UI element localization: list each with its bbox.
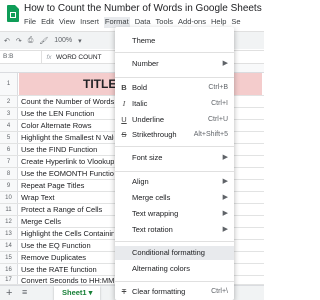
title-bar: How to Count the Number of Words in Goog… [0, 0, 264, 30]
title-cell-text: TITLE [83, 77, 117, 91]
menu-divider [115, 52, 234, 53]
strikethrough-icon: S [121, 130, 127, 139]
cell[interactable]: Use the LEN Function [21, 108, 114, 119]
menu-divider [115, 77, 234, 78]
cell[interactable]: Remove Duplicates [21, 252, 114, 263]
cell[interactable]: Use the RATE function [21, 264, 114, 275]
menu-item-bold[interactable]: B Bold Ctrl+B [115, 81, 234, 95]
cell[interactable]: Convert Seconds to HH:MM [21, 276, 114, 284]
menu-item-align[interactable]: Align ▶ [115, 175, 234, 189]
menu-item-number[interactable]: Number ▶ [115, 57, 234, 71]
submenu-arrow-icon: ▶ [222, 178, 228, 185]
row-number[interactable]: 6 [0, 144, 18, 155]
menu-item-theme[interactable]: Theme [115, 34, 234, 48]
menu-item-alternating-colors[interactable]: Alternating colors [115, 262, 234, 276]
row-number[interactable]: 12 [0, 216, 18, 227]
bold-icon: B [121, 83, 127, 92]
menu-item-italic[interactable]: I Italic Ctrl+I [115, 97, 234, 111]
menu-item-conditional-formatting[interactable]: Conditional formatting [115, 246, 234, 260]
paint-format-icon[interactable]: 🖌 [39, 37, 48, 45]
menu-item-strikethrough[interactable]: S Strikethrough Alt+Shift+5 [115, 128, 234, 142]
cell[interactable]: Wrap Text [21, 192, 114, 203]
menu-item-underline[interactable]: U Underline Ctrl+U [115, 113, 234, 127]
row-number[interactable]: 9 [0, 180, 18, 191]
menu-view[interactable]: View [59, 17, 75, 28]
menu-item-clear-formatting[interactable]: T Clear formatting Ctrl+\ [115, 285, 234, 299]
fx-icon: fx [46, 53, 52, 61]
all-sheets-icon[interactable]: ≡ [22, 287, 27, 297]
print-icon[interactable]: ⎙ [28, 37, 34, 45]
italic-icon: I [122, 99, 126, 108]
formula-input[interactable]: WORD COUNT [56, 54, 102, 61]
chevron-down-icon[interactable]: ▾ [78, 37, 82, 45]
row-number[interactable]: 5 [0, 132, 18, 143]
row-number[interactable]: 8 [0, 168, 18, 179]
row-number[interactable]: 11 [0, 204, 18, 215]
menu-edit[interactable]: Edit [41, 17, 54, 28]
row-number[interactable]: 15 [0, 252, 18, 263]
cell[interactable]: Count the Number of Words [21, 96, 114, 107]
menu-item-font-size[interactable]: Font size ▶ [115, 151, 234, 165]
row-number[interactable]: 2 [0, 96, 18, 107]
underline-icon: U [121, 115, 127, 124]
cell[interactable]: Color Alternate Rows [21, 120, 114, 131]
cell[interactable]: Highlight the Cells Containing [21, 228, 114, 239]
row-number[interactable]: 10 [0, 192, 18, 203]
submenu-arrow-icon: ▶ [222, 194, 228, 201]
submenu-arrow-icon: ▶ [222, 210, 228, 217]
menu-divider [115, 281, 234, 282]
cell[interactable]: Repeat Page Titles [21, 180, 114, 191]
menu-insert[interactable]: Insert [80, 17, 99, 28]
row-number[interactable]: 3 [0, 108, 18, 119]
cell[interactable]: Highlight the Smallest N Valu [21, 132, 114, 143]
menu-item-merge-cells[interactable]: Merge cells ▶ [115, 191, 234, 205]
row-number[interactable]: 7 [0, 156, 18, 167]
redo-icon[interactable]: ↷ [16, 37, 22, 45]
row-number[interactable]: 16 [0, 264, 18, 275]
format-menu: Theme Number ▶ B Bold Ctrl+B I Italic Ct… [115, 27, 234, 300]
row-number[interactable]: 4 [0, 120, 18, 131]
menu-item-text-rotation[interactable]: Text rotation ▶ [115, 223, 234, 237]
cell[interactable]: Create Hyperlink to Vlookup [21, 156, 114, 167]
row-number[interactable]: 1 [0, 73, 18, 95]
tab-sheet1[interactable]: Sheet1 ▾ [54, 286, 101, 300]
row-number[interactable]: 14 [0, 240, 18, 251]
submenu-arrow-icon: ▶ [222, 226, 228, 233]
name-box[interactable]: B:B [0, 51, 42, 63]
sheets-logo-icon[interactable] [7, 5, 19, 22]
row-number[interactable]: 17 [0, 276, 18, 284]
cell[interactable]: Use the EOMONTH Function [21, 168, 114, 179]
add-sheet-icon[interactable]: + [6, 287, 12, 299]
cell[interactable]: Use the FIND Function [21, 144, 114, 155]
cell[interactable]: Protect a Range of Cells [21, 204, 114, 215]
document-title[interactable]: How to Count the Number of Words in Goog… [24, 3, 262, 14]
menu-item-text-wrapping[interactable]: Text wrapping ▶ [115, 207, 234, 221]
submenu-arrow-icon: ▶ [222, 60, 228, 67]
menu-divider [115, 146, 234, 147]
menu-divider [115, 241, 234, 242]
cell[interactable]: Use the EQ Function [21, 240, 114, 251]
cell[interactable]: Merge Cells [21, 216, 114, 227]
menu-divider [115, 171, 234, 172]
undo-icon[interactable]: ↶ [4, 37, 10, 45]
menu-file[interactable]: File [24, 17, 36, 28]
row-number[interactable]: 13 [0, 228, 18, 239]
submenu-arrow-icon: ▶ [222, 154, 228, 161]
zoom-select[interactable]: 100% [54, 37, 72, 44]
clear-formatting-icon: T [121, 287, 127, 296]
